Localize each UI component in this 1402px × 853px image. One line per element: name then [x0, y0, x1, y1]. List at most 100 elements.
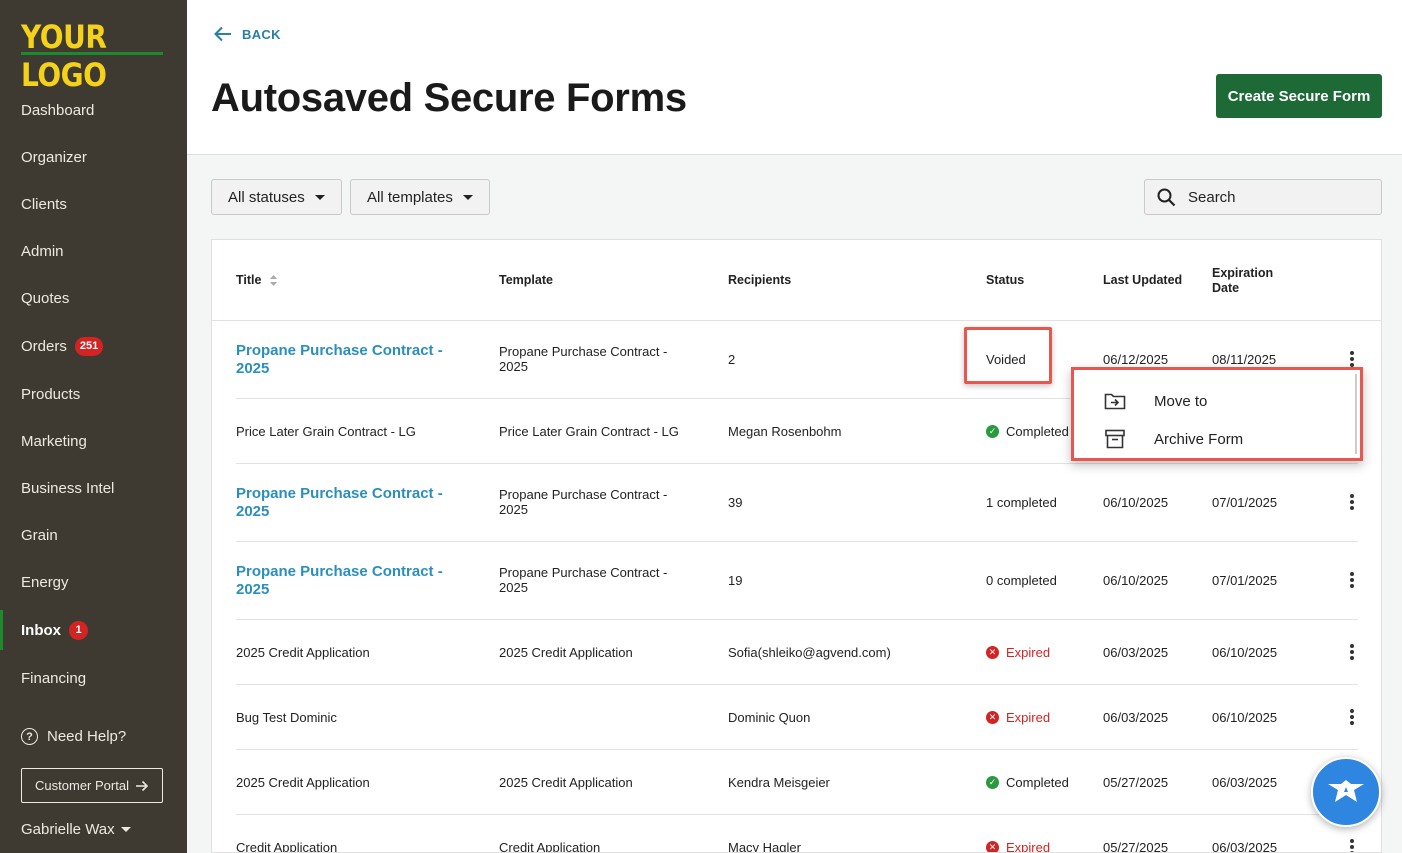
logo[interactable]: YOUR LOGO — [21, 18, 187, 94]
sidebar-item-products[interactable]: Products — [0, 374, 187, 414]
back-link[interactable]: BACK — [214, 26, 281, 42]
sidebar-item-marketing[interactable]: Marketing — [0, 421, 187, 461]
row-actions-kebab-icon[interactable] — [1348, 707, 1356, 727]
template-cell: Credit Application — [499, 840, 601, 853]
form-title-cell: Price Later Grain Contract - LG — [236, 424, 416, 439]
column-header-recipients: Recipients — [728, 273, 792, 287]
expiration-cell: 07/01/2025 — [1212, 495, 1278, 510]
app-root: YOUR LOGO Dashboard Organizer Clients Ad… — [0, 0, 1402, 853]
voided-status-highlight — [964, 327, 1052, 384]
check-circle-icon: ✓ — [986, 776, 999, 789]
expiration-cell: 06/10/2025 — [1212, 710, 1278, 725]
sidebar-item-quotes[interactable]: Quotes — [0, 278, 187, 318]
sidebar-item-label: Quotes — [21, 289, 70, 307]
sidebar-item-dashboard[interactable]: Dashboard — [0, 90, 187, 130]
search-icon — [1157, 188, 1176, 206]
recipients-cell: Kendra Meisgeier — [728, 775, 830, 790]
need-help-link[interactable]: ? Need Help? — [21, 728, 126, 745]
need-help-label: Need Help? — [47, 728, 127, 745]
create-secure-form-button[interactable]: Create Secure Form — [1216, 74, 1382, 118]
page-title: Autosaved Secure Forms — [211, 76, 687, 120]
help-icon: ? — [21, 728, 38, 745]
sidebar-item-label: Energy — [21, 573, 69, 591]
template-filter-label: All templates — [367, 188, 453, 206]
sidebar-item-business-intel[interactable]: Business Intel — [0, 468, 187, 508]
sidebar-item-label: Business Intel — [21, 479, 115, 497]
status-cell: ✕ Expired — [986, 710, 1050, 725]
menu-scrollbar[interactable] — [1355, 374, 1357, 454]
sidebar-item-inbox[interactable]: Inbox 1 — [0, 610, 187, 650]
caret-down-icon — [314, 194, 325, 200]
move-to-label: Move to — [1154, 392, 1208, 410]
expiration-cell: 07/01/2025 — [1212, 573, 1278, 588]
assistant-fab-button[interactable] — [1311, 757, 1381, 827]
error-circle-icon: ✕ — [986, 711, 999, 724]
template-cell: 2025 Credit Application — [499, 645, 633, 660]
template-cell: Propane Purchase Contract -2025 — [499, 344, 668, 374]
sidebar-item-financing[interactable]: Financing — [0, 658, 187, 698]
arrow-left-icon — [214, 26, 231, 42]
template-cell: Price Later Grain Contract - LG — [499, 424, 679, 439]
recipients-cell: 2 — [728, 352, 736, 367]
last-updated-cell: 06/12/2025 — [1103, 352, 1169, 367]
sidebar-item-label: Financing — [21, 669, 87, 687]
status-cell: ✕ Expired — [986, 645, 1050, 660]
search-input[interactable] — [1188, 188, 1368, 206]
column-header-template: Template — [499, 273, 553, 287]
expiration-label-line2: Date — [1212, 281, 1240, 295]
error-circle-icon: ✕ — [986, 646, 999, 659]
sidebar-item-label: Orders — [21, 337, 67, 355]
customer-portal-label: Customer Portal — [35, 778, 129, 793]
sidebar-item-admin[interactable]: Admin — [0, 231, 187, 271]
orders-badge: 251 — [74, 336, 104, 356]
row-actions-kebab-icon[interactable] — [1348, 642, 1356, 662]
user-menu[interactable]: Gabrielle Wax — [21, 821, 131, 838]
form-title-link[interactable]: Propane Purchase Contract -2025 — [236, 342, 443, 378]
chevron-down-icon — [120, 827, 131, 832]
status-filter-label: All statuses — [228, 188, 305, 206]
row-actions-kebab-icon[interactable] — [1348, 349, 1356, 369]
last-updated-cell: 06/10/2025 — [1103, 495, 1169, 510]
last-updated-cell: 05/27/2025 — [1103, 775, 1169, 790]
sidebar-item-grain[interactable]: Grain — [0, 515, 187, 555]
sidebar-item-orders[interactable]: Orders 251 — [0, 326, 187, 366]
column-header-status: Status — [986, 273, 1025, 287]
status-cell: ✕ Expired — [986, 840, 1050, 852]
page-header: BACK Autosaved Secure Forms Create Secur… — [187, 0, 1402, 155]
last-updated-cell: 05/27/2025 — [1103, 840, 1169, 853]
form-title-link[interactable]: Propane Purchase Contract -2025 — [236, 563, 443, 599]
template-filter-dropdown[interactable]: All templates — [350, 179, 490, 215]
status-filter-dropdown[interactable]: All statuses — [211, 179, 342, 215]
recipients-cell: Sofia(shleiko@agvend.com) — [728, 645, 891, 660]
sidebar-item-energy[interactable]: Energy — [0, 562, 187, 602]
last-updated-cell: 06/10/2025 — [1103, 573, 1169, 588]
customer-portal-button[interactable]: Customer Portal — [21, 768, 163, 803]
status-cell: ✓ Completed — [986, 424, 1069, 439]
arrow-right-icon — [135, 780, 149, 791]
status-cell: 0 completed — [986, 573, 1057, 588]
row-actions-kebab-icon[interactable] — [1348, 837, 1356, 852]
sidebar-item-label: Inbox — [21, 621, 61, 639]
user-name: Gabrielle Wax — [21, 821, 115, 838]
sidebar-item-clients[interactable]: Clients — [0, 184, 187, 224]
logo-underline — [21, 52, 163, 55]
row-actions-kebab-icon[interactable] — [1348, 492, 1356, 512]
table-row: Propane Purchase Contract -2025 Propane … — [212, 542, 1381, 620]
sidebar-item-label: Dashboard — [21, 101, 95, 119]
form-title-link[interactable]: Propane Purchase Contract -2025 — [236, 485, 443, 521]
template-cell: 2025 Credit Application — [499, 775, 633, 790]
move-to-menu-item[interactable]: Move to — [1074, 382, 1360, 420]
sidebar-item-organizer[interactable]: Organizer — [0, 137, 187, 177]
expiration-label-line1: Expiration — [1212, 266, 1274, 280]
sidebar-item-label: Admin — [21, 242, 64, 260]
row-actions-kebab-icon[interactable] — [1348, 570, 1356, 590]
forms-table: Title Template Recipients Status Last Up… — [211, 239, 1382, 853]
table-row: Credit Application Credit Application Ma… — [212, 815, 1381, 853]
table-row: Propane Purchase Contract -2025 Propane … — [212, 464, 1381, 542]
recipients-cell: Macy Hagler — [728, 840, 801, 853]
sort-icon[interactable] — [269, 274, 278, 287]
inbox-badge: 1 — [69, 620, 88, 640]
template-cell: Propane Purchase Contract -2025 — [499, 565, 668, 595]
archive-form-menu-item[interactable]: Archive Form — [1074, 420, 1360, 458]
column-header-title[interactable]: Title — [236, 273, 278, 287]
